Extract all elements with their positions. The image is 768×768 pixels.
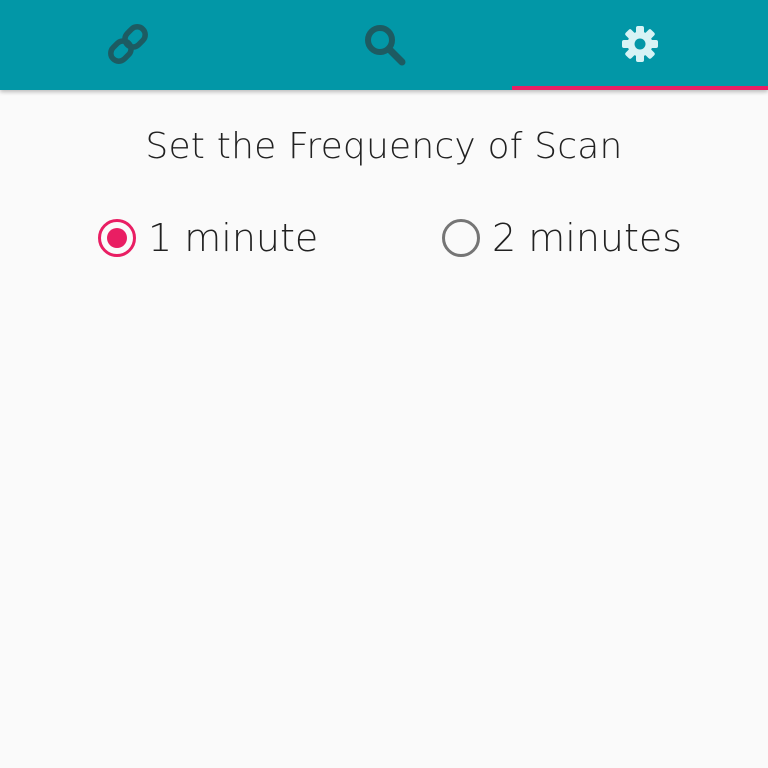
page-title: Set the Frequency of Scan — [145, 126, 623, 167]
radio-unchecked-icon[interactable] — [442, 219, 480, 257]
scan-frequency-radio-group: 1 minute 2 minutes — [0, 210, 768, 266]
link-icon — [104, 20, 152, 68]
radio-label: 2 minutes — [492, 216, 683, 260]
app-root: Set the Frequency of Scan 1 minute 2 min… — [0, 0, 768, 768]
radio-dot — [107, 228, 127, 248]
tab-search[interactable] — [256, 0, 512, 90]
radio-checked-icon[interactable] — [98, 219, 136, 257]
radio-option-2-minutes[interactable]: 2 minutes — [442, 210, 682, 266]
radio-option-1-minute[interactable]: 1 minute — [98, 210, 318, 266]
tab-links[interactable] — [0, 0, 256, 90]
search-icon — [360, 20, 408, 68]
settings-panel: Set the Frequency of Scan 1 minute 2 min… — [0, 90, 768, 768]
tab-settings[interactable] — [512, 0, 768, 90]
tab-bar — [0, 0, 768, 90]
radio-label: 1 minute — [148, 216, 319, 260]
gear-icon — [616, 20, 664, 68]
